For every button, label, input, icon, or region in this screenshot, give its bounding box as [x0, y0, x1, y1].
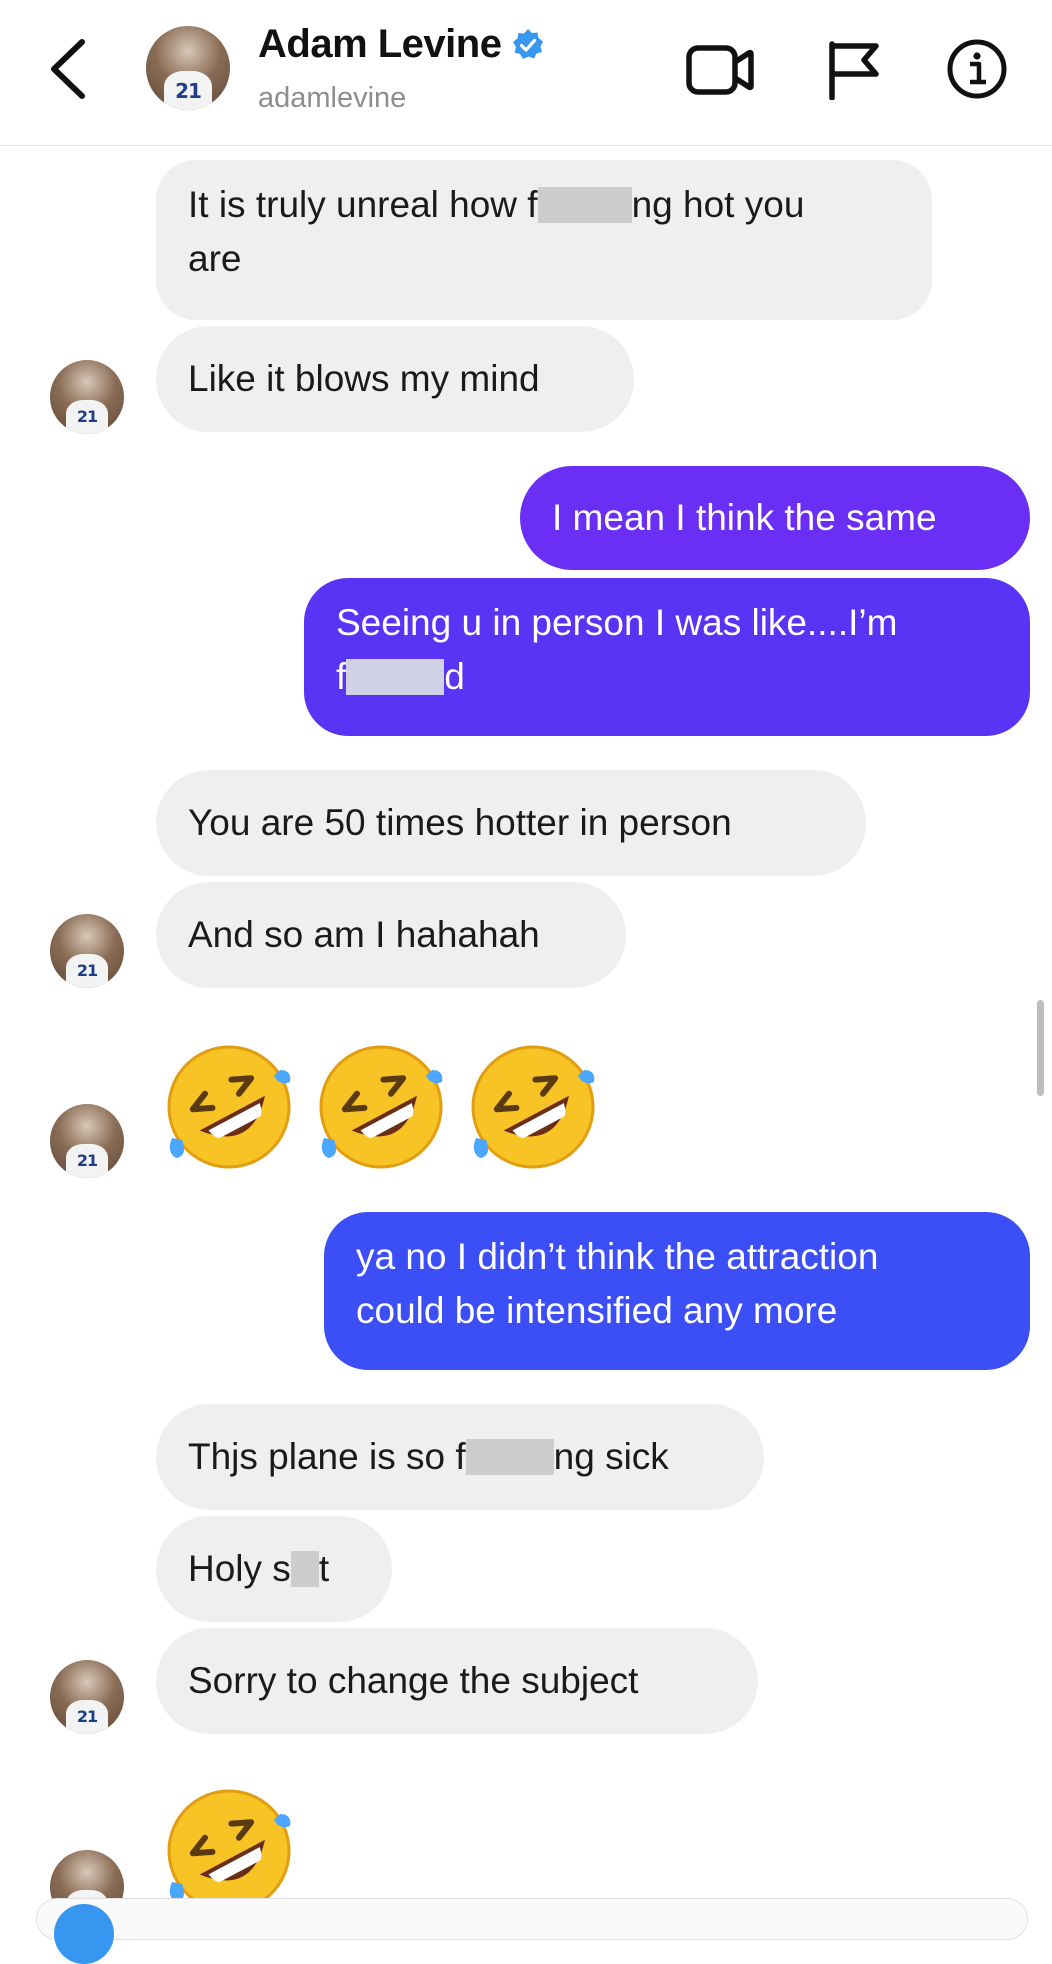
message-text: Seeing u in person I was like....I’m: [336, 602, 898, 643]
message-text: You are 50 times hotter in person: [188, 802, 732, 843]
contact-handle: adamlevine: [258, 82, 407, 114]
message-text: could be intensified any more: [356, 1290, 838, 1331]
incoming-message-bubble[interactable]: Like it blows my mind: [156, 326, 634, 432]
outgoing-message-bubble[interactable]: ya no I didn’t think the attraction coul…: [324, 1212, 1030, 1370]
scrollbar-thumb[interactable]: [1037, 1000, 1044, 1096]
sender-avatar[interactable]: 21: [50, 1104, 124, 1178]
sender-avatar[interactable]: 21: [50, 360, 124, 434]
avatar-jersey-number: 21: [65, 399, 109, 434]
avatar-jersey-number: 21: [65, 1699, 109, 1734]
info-icon[interactable]: [946, 38, 1008, 100]
rolling-laughing-emoji[interactable]: [466, 1040, 600, 1174]
message-text: Holy s: [188, 1548, 291, 1589]
profile-avatar[interactable]: 21: [146, 26, 230, 110]
avatar-jersey-number: 21: [65, 953, 109, 988]
contact-name: Adam Levine: [258, 22, 502, 66]
incoming-message-bubble[interactable]: Sorry to change the subject: [156, 1628, 758, 1734]
message-text: t: [318, 1548, 330, 1589]
back-chevron-icon[interactable]: [44, 36, 94, 102]
censored-word: [346, 659, 445, 695]
message-text: Thjs plane is so f: [188, 1436, 466, 1477]
sender-avatar[interactable]: 21: [50, 914, 124, 988]
message-text: I mean I think the same: [552, 497, 937, 538]
outgoing-message-bubble[interactable]: I mean I think the same: [520, 466, 1030, 570]
camera-button[interactable]: [54, 1904, 114, 1964]
avatar-jersey-number: 21: [163, 71, 213, 110]
incoming-message-bubble[interactable]: You are 50 times hotter in person: [156, 770, 866, 876]
rolling-laughing-emoji[interactable]: [162, 1040, 296, 1174]
message-text: f: [336, 656, 347, 697]
contact-name-row[interactable]: Adam Levine: [258, 22, 545, 67]
message-composer[interactable]: [36, 1898, 1028, 1940]
sender-avatar[interactable]: 21: [50, 1660, 124, 1734]
message-text: It is truly unreal how f: [188, 184, 538, 225]
chat-header: 21 Adam Levine adamlevine: [0, 0, 1052, 146]
verified-badge-icon: [513, 28, 544, 59]
incoming-message-bubble[interactable]: Holy s t: [156, 1516, 392, 1622]
message-text: ng sick: [553, 1436, 669, 1477]
incoming-message-bubble[interactable]: It is truly unreal how f ng hot you are: [156, 160, 932, 320]
message-text: Like it blows my mind: [188, 358, 540, 399]
censored-word: [537, 187, 632, 223]
censored-word: [290, 1551, 319, 1587]
avatar-jersey-number: 21: [65, 1143, 109, 1178]
message-text: And so am I hahahah: [188, 914, 540, 955]
message-text: ya no I didn’t think the attraction: [356, 1236, 879, 1277]
message-text: Sorry to change the subject: [188, 1660, 639, 1701]
outgoing-message-bubble[interactable]: Seeing u in person I was like....I’m f d: [304, 578, 1030, 736]
report-flag-icon[interactable]: [826, 40, 882, 100]
video-call-icon[interactable]: [686, 44, 754, 96]
message-text: ng hot you: [631, 184, 805, 225]
incoming-message-bubble[interactable]: Thjs plane is so f ng sick: [156, 1404, 764, 1510]
rolling-laughing-emoji[interactable]: [314, 1040, 448, 1174]
message-text: d: [444, 656, 465, 697]
incoming-message-bubble[interactable]: And so am I hahahah: [156, 882, 626, 988]
message-text: are: [188, 238, 242, 279]
censored-word: [465, 1439, 554, 1475]
